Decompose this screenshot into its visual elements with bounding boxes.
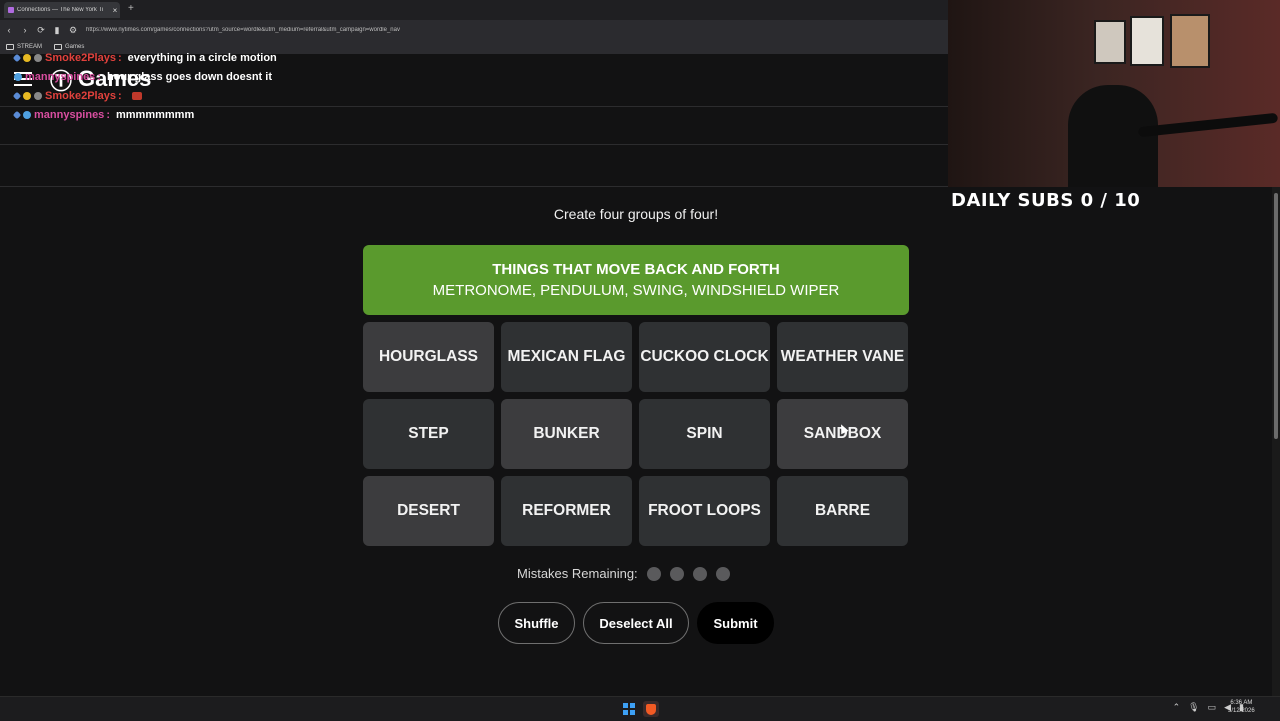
tab-connections[interactable]: Connections — The New York Ti ×	[4, 2, 120, 18]
sub-badge-icon	[23, 92, 31, 100]
word-grid: HOURGLASS MEXICAN FLAG CUCKOO CLOCK WEAT…	[363, 322, 909, 546]
chevron-up-icon[interactable]: ⌃	[1173, 702, 1181, 713]
wall-art-image	[1170, 14, 1210, 68]
chat-username[interactable]: mannyspines	[34, 109, 104, 121]
wall-art-image	[1130, 16, 1164, 66]
mistake-dot-icon	[669, 566, 684, 581]
mistake-dot-icon	[715, 566, 730, 581]
word-tile[interactable]: BARRE	[777, 476, 908, 546]
chat-username[interactable]: Smoke2Plays	[45, 90, 116, 102]
word-tile[interactable]: HOURGLASS	[363, 322, 494, 392]
mistake-dot-icon	[646, 566, 661, 581]
chat-message: Smoke2Plays : everything in a circle mot…	[12, 52, 277, 64]
windows-start-icon[interactable]	[623, 703, 635, 715]
browser-nav-bar: ‹ › ⟳ ▮ ⚙ https://www.nytimes.com/games/…	[0, 20, 948, 40]
chat-text: everything in a circle motion	[127, 52, 277, 64]
folder-icon	[6, 44, 14, 50]
brave-browser-icon[interactable]	[643, 701, 659, 717]
divider	[0, 106, 948, 107]
clock-date: 3/12/2026	[1228, 708, 1255, 714]
folder-icon	[54, 44, 63, 50]
chat-username[interactable]: mannyspines	[25, 71, 95, 83]
wall-art-image	[1094, 20, 1126, 64]
close-tab-icon[interactable]: ×	[110, 6, 120, 15]
sub-badge-icon	[23, 54, 31, 62]
word-tile[interactable]: DESERT	[363, 476, 494, 546]
forward-icon[interactable]: ›	[18, 25, 32, 35]
scrollbar-thumb[interactable]	[1274, 193, 1278, 439]
chat-message: mannyspines : mmmmmmmm	[12, 109, 195, 121]
word-tile[interactable]: REFORMER	[501, 476, 632, 546]
word-tile[interactable]: BUNKER	[501, 399, 632, 469]
word-tile[interactable]: FROOT LOOPS	[639, 476, 770, 546]
solved-category: THINGS THAT MOVE BACK AND FORTH	[492, 261, 780, 278]
chat-message: Smoke2Plays :	[12, 90, 145, 102]
tab-title: Connections — The New York Ti	[17, 7, 104, 13]
word-tile[interactable]: MEXICAN FLAG	[501, 322, 632, 392]
moderator-badge-icon	[12, 91, 22, 101]
url-bar[interactable]: https://www.nytimes.com/games/connection…	[86, 27, 400, 33]
bookmark-games[interactable]: Games	[54, 44, 84, 50]
microphone-icon[interactable]: 🎙	[1188, 702, 1199, 713]
word-tile[interactable]: WEATHER VANE	[777, 322, 908, 392]
clock-time: 6:36 AM	[1230, 700, 1253, 706]
moderator-badge-icon	[12, 53, 22, 63]
bookmark-label: STREAM	[17, 44, 43, 50]
word-tile[interactable]: CUCKOO CLOCK	[639, 322, 770, 392]
taskbar-clock[interactable]: 6:36 AM 3/12/2026	[1228, 699, 1255, 715]
windows-taskbar: ⌃ 🎙 ▭ ◀ ▮ 6:36 AM 3/12/2026	[0, 696, 1280, 721]
solved-members: METRONOME, PENDULUM, SWING, WINDSHIELD W…	[432, 282, 840, 299]
reload-icon[interactable]: ⟳	[34, 25, 48, 36]
shuffle-button[interactable]: Shuffle	[498, 602, 575, 644]
favicon-icon	[8, 7, 14, 13]
chat-text: mmmmmmmm	[115, 109, 195, 121]
site-settings-icon[interactable]: ⚙	[66, 25, 80, 36]
solved-group: THINGS THAT MOVE BACK AND FORTH METRONOM…	[363, 245, 909, 315]
gift-badge-icon	[34, 92, 42, 100]
divider	[0, 186, 948, 187]
chat-username[interactable]: Smoke2Plays	[45, 52, 116, 64]
bookmark-icon[interactable]: ▮	[50, 25, 64, 36]
bookmark-label: Games	[65, 44, 85, 50]
mistakes-remaining: Mistakes Remaining:	[517, 566, 730, 581]
mistake-dot-icon	[692, 566, 707, 581]
game-prompt: Create four groups of four!	[553, 206, 719, 222]
emote-icon	[131, 92, 142, 100]
browser-tab-bar: Connections — The New York Ti × +	[0, 0, 948, 20]
gift-badge-icon	[34, 54, 42, 62]
mistakes-label: Mistakes Remaining:	[517, 566, 638, 581]
chat-text: hour glass goes down doesnt it	[106, 71, 272, 83]
word-tile[interactable]: SANDBOX	[777, 399, 908, 469]
divider	[0, 144, 948, 145]
word-tile[interactable]: STEP	[363, 399, 494, 469]
network-icon[interactable]: ▭	[1208, 702, 1217, 713]
moderator-badge-icon	[12, 110, 22, 120]
sub-badge-icon	[23, 111, 31, 119]
back-icon[interactable]: ‹	[2, 25, 16, 35]
word-tile[interactable]: SPIN	[639, 399, 770, 469]
webcam-feed	[948, 0, 1280, 187]
submit-button[interactable]: Submit	[697, 602, 774, 644]
bookmark-stream[interactable]: STREAM	[6, 44, 42, 50]
chat-message: mannyspines : hour glass goes down doesn…	[14, 71, 272, 83]
new-tab-button[interactable]: +	[128, 3, 134, 14]
sub-badge-icon	[14, 73, 22, 81]
deselect-all-button[interactable]: Deselect All	[583, 602, 689, 644]
